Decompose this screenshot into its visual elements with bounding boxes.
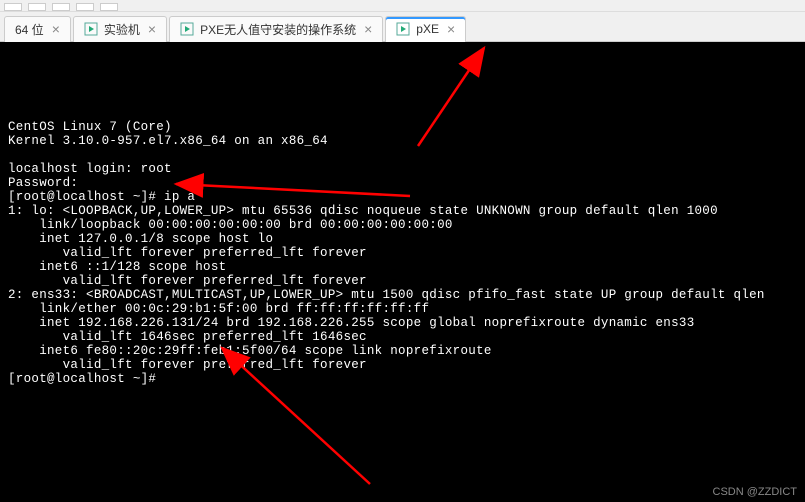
close-icon[interactable]: ×	[148, 21, 156, 37]
toolbar-icon	[28, 3, 46, 11]
password-prompt: Password:	[8, 176, 78, 190]
toolbar-remnant	[0, 0, 805, 12]
iface-ens33-link: link/ether 00:0c:29:b1:5f:00 brd ff:ff:f…	[8, 302, 429, 316]
toolbar-icon	[76, 3, 94, 11]
watermark: CSDN @ZZDICT	[713, 486, 798, 498]
tab-strip: 64 位 × 实验机 × PXE无人值守安装的操作系统 × pXE ×	[0, 12, 805, 42]
close-icon[interactable]: ×	[364, 21, 372, 37]
close-icon[interactable]: ×	[52, 21, 60, 37]
tab-pxe[interactable]: pXE ×	[385, 16, 466, 42]
iface-lo-valid: valid_lft forever preferred_lft forever	[8, 246, 367, 260]
close-icon[interactable]: ×	[447, 21, 455, 37]
tab-pxe-unattended[interactable]: PXE无人值守安装的操作系统 ×	[169, 16, 383, 42]
tab-label: 64 位	[15, 21, 44, 38]
tab-64bit[interactable]: 64 位 ×	[4, 16, 71, 42]
tab-label: 实验机	[104, 21, 140, 38]
shell-prompt: [root@localhost ~]#	[8, 372, 156, 386]
iface-lo-header: 1: lo: <LOOPBACK,UP,LOWER_UP> mtu 65536 …	[8, 204, 718, 218]
tab-label: pXE	[416, 22, 439, 36]
iface-ens33-inet6: inet6 fe80::20c:29ff:feb1:5f00/64 scope …	[8, 344, 492, 358]
iface-lo-inet: inet 127.0.0.1/8 scope host lo	[8, 232, 273, 246]
play-icon	[84, 22, 98, 36]
os-line: CentOS Linux 7 (Core)	[8, 120, 172, 134]
iface-ens33-inet: inet 192.168.226.131/24 brd 192.168.226.…	[8, 316, 695, 330]
shell-prompt: [root@localhost ~]# ip a	[8, 190, 195, 204]
iface-lo-link: link/loopback 00:00:00:00:00:00 brd 00:0…	[8, 218, 453, 232]
play-icon	[396, 22, 410, 36]
iface-ens33-valid: valid_lft 1646sec preferred_lft 1646sec	[8, 330, 367, 344]
iface-lo-inet6: inet6 ::1/128 scope host	[8, 260, 226, 274]
tab-label: PXE无人值守安装的操作系统	[200, 21, 356, 38]
play-icon	[180, 22, 194, 36]
iface-ens33-header: 2: ens33: <BROADCAST,MULTICAST,UP,LOWER_…	[8, 288, 765, 302]
toolbar-icon	[52, 3, 70, 11]
terminal[interactable]: CentOS Linux 7 (Core) Kernel 3.10.0-957.…	[0, 42, 805, 502]
toolbar-icon	[100, 3, 118, 11]
iface-lo-valid6: valid_lft forever preferred_lft forever	[8, 274, 367, 288]
toolbar-icon	[4, 3, 22, 11]
login-prompt: localhost login: root	[8, 162, 172, 176]
kernel-line: Kernel 3.10.0-957.el7.x86_64 on an x86_6…	[8, 134, 328, 148]
iface-ens33-valid6: valid_lft forever preferred_lft forever	[8, 358, 367, 372]
tab-labmachine[interactable]: 实验机 ×	[73, 16, 167, 42]
